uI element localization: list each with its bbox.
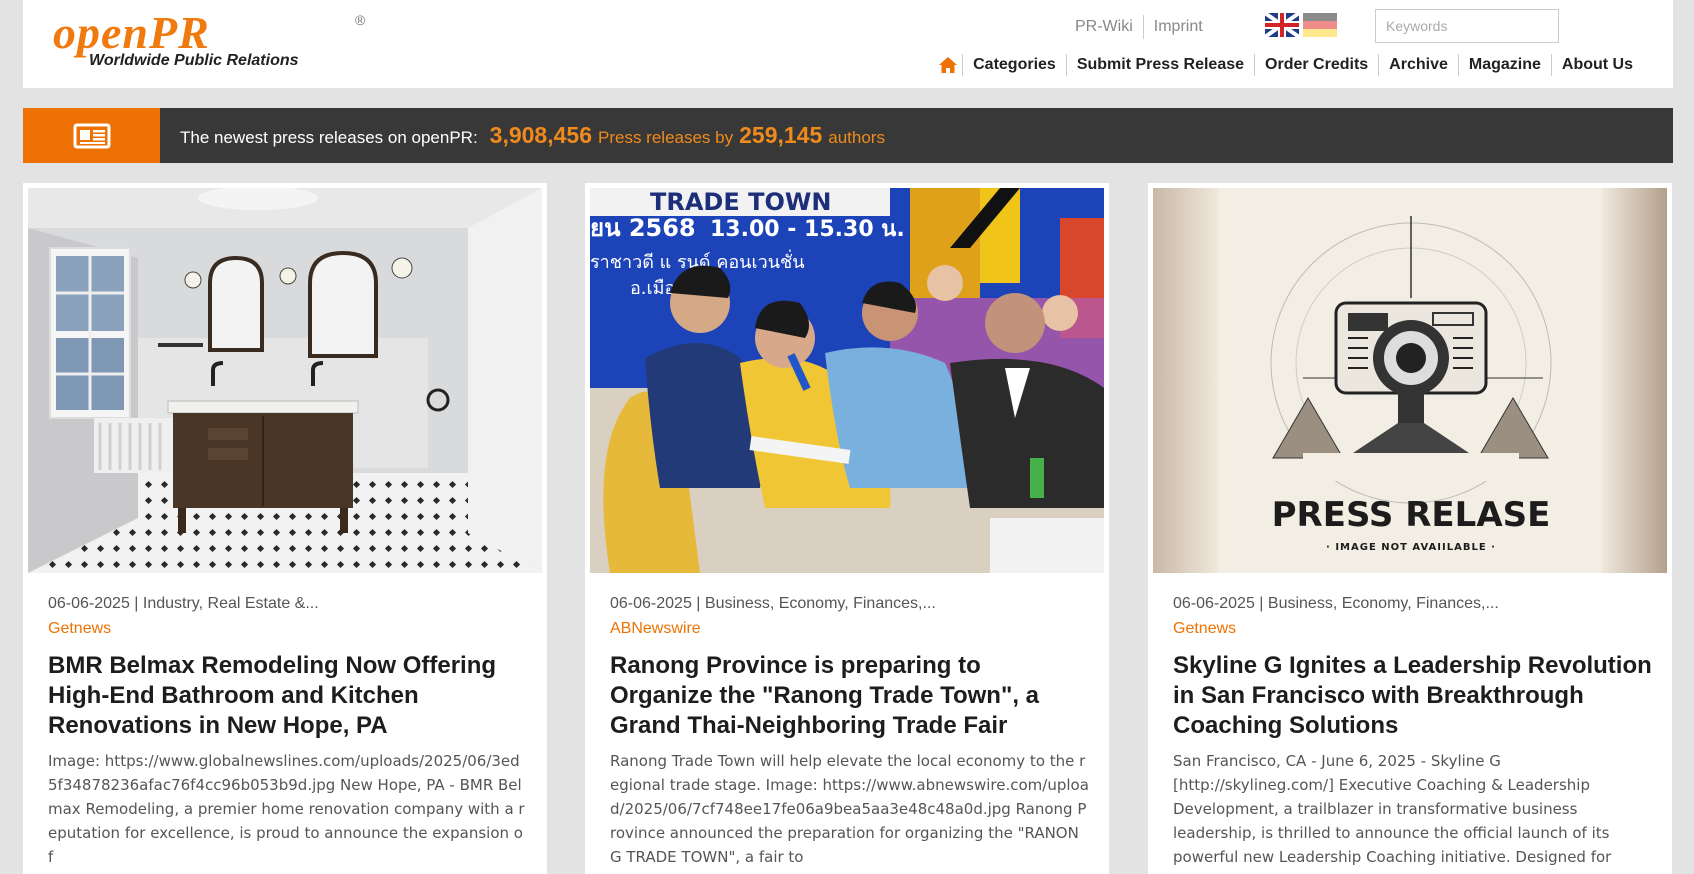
article-excerpt: San Francisco, CA - June 6, 2025 - Skyli… [1173, 752, 1612, 874]
search-input[interactable] [1375, 9, 1559, 43]
nav-categories[interactable]: Categories [963, 51, 1066, 79]
article-image-trade-fair[interactable]: TRADE TOWN ยน 2568 13.00 - 15.30 น. ราชา… [590, 188, 1104, 573]
article-card[interactable]: 06-06-2025 | Industry, Real Estate &... … [23, 183, 547, 874]
article-title-link[interactable]: Skyline G Ignites a Leadership Revolutio… [1173, 651, 1653, 741]
nav-about-us[interactable]: About Us [1552, 51, 1643, 79]
main-nav: Categories Submit Press Release Order Cr… [934, 51, 1643, 79]
article-image-bathroom[interactable] [28, 188, 542, 573]
article-body: 06-06-2025 | Industry, Real Estate &... … [48, 593, 528, 869]
nav-submit-press-release[interactable]: Submit Press Release [1067, 51, 1254, 79]
article-excerpt: Image: https://www.globalnewslines.com/u… [48, 752, 525, 866]
german-flag-icon[interactable] [1303, 13, 1337, 37]
pr-wiki-link[interactable]: PR-Wiki [1065, 18, 1143, 36]
image-subtitle-text: · IMAGE NOT AVAIILABLE · [1326, 542, 1496, 553]
article-source-link[interactable]: Getnews [1173, 617, 1653, 641]
imprint-link[interactable]: Imprint [1144, 18, 1213, 36]
site-header: openPR ® Worldwide Public Relations PR-W… [23, 0, 1673, 88]
stats-lead: The newest press releases on openPR: [180, 128, 478, 147]
home-icon[interactable] [934, 53, 962, 77]
article-title-link[interactable]: BMR Belmax Remodeling Now Offering High-… [48, 651, 528, 741]
article-card[interactable]: TRADE TOWN ยน 2568 13.00 - 15.30 น. ราชา… [585, 183, 1109, 874]
press-release-label: Press releases by [598, 128, 734, 147]
article-title-link[interactable]: Ranong Province is preparing to Organize… [610, 651, 1090, 741]
stats-text: The newest press releases on openPR: 3,9… [180, 108, 891, 163]
press-release-count: 3,908,456 [489, 122, 592, 148]
article-meta: 06-06-2025 | Industry, Real Estate &... [48, 595, 319, 612]
image-text-time: 13.00 - 15.30 น. [710, 217, 905, 242]
newspaper-icon [23, 108, 160, 163]
logo-wordmark: openPR [53, 7, 210, 58]
nav-archive[interactable]: Archive [1379, 51, 1458, 79]
article-excerpt: Ranong Trade Town will help elevate the … [610, 752, 1089, 866]
language-switcher [1265, 13, 1337, 37]
nav-order-credits[interactable]: Order Credits [1255, 51, 1378, 79]
image-text-top: TRADE TOWN [650, 188, 831, 216]
article-body: 06-06-2025 | Business, Economy, Finances… [1173, 593, 1653, 874]
site-logo[interactable]: openPR ® Worldwide Public Relations [53, 7, 365, 70]
author-label: authors [828, 128, 885, 147]
article-card[interactable]: PRESS RELASE · IMAGE NOT AVAIILABLE · 06… [1148, 183, 1672, 874]
article-image-placeholder[interactable]: PRESS RELASE · IMAGE NOT AVAIILABLE · [1153, 188, 1667, 573]
logo-tagline: Worldwide Public Relations [89, 52, 299, 69]
nav-magazine[interactable]: Magazine [1459, 51, 1551, 79]
uk-flag-icon[interactable] [1265, 13, 1299, 37]
top-links: PR-Wiki Imprint [1065, 15, 1213, 39]
article-source-link[interactable]: ABNewswire [610, 617, 1090, 641]
author-count: 259,145 [739, 122, 823, 148]
registered-mark: ® [355, 12, 366, 28]
article-meta: 06-06-2025 | Business, Economy, Finances… [610, 595, 936, 612]
article-meta: 06-06-2025 | Business, Economy, Finances… [1173, 595, 1499, 612]
stats-banner: The newest press releases on openPR: 3,9… [23, 108, 1673, 163]
article-source-link[interactable]: Getnews [48, 617, 528, 641]
image-title-text: PRESS RELASE [1272, 495, 1551, 535]
image-text-date: ยน 2568 [590, 214, 696, 242]
article-body: 06-06-2025 | Business, Economy, Finances… [610, 593, 1090, 869]
